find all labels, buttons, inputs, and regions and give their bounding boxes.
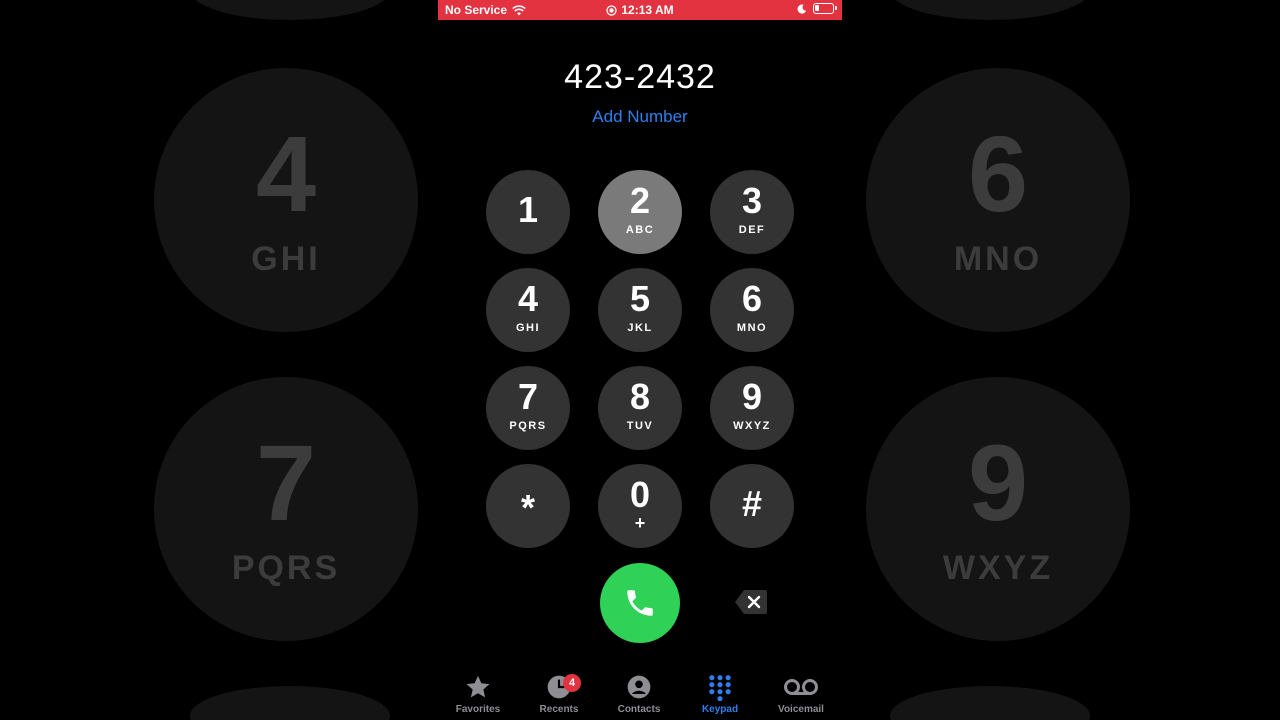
star-icon <box>466 675 490 698</box>
background-key-partial <box>890 0 1090 20</box>
phone-screen: No Service 12:13 AM 423-2432 Add Number … <box>438 0 842 720</box>
key-star[interactable]: * <box>486 464 570 548</box>
tab-contacts[interactable]: Contacts <box>604 670 674 715</box>
delete-backspace-icon[interactable] <box>734 589 768 615</box>
person-circle-icon <box>627 675 651 699</box>
call-button[interactable] <box>600 563 680 643</box>
key-5[interactable]: 5 JKL <box>598 268 682 352</box>
moon-icon <box>797 4 807 14</box>
key-8[interactable]: 8 TUV <box>598 366 682 450</box>
key-hash[interactable]: # <box>710 464 794 548</box>
recents-badge: 4 <box>563 674 581 692</box>
tab-keypad[interactable]: Keypad <box>685 670 755 715</box>
key-9[interactable]: 9 WXYZ <box>710 366 794 450</box>
key-2[interactable]: 2 ABC <box>598 170 682 254</box>
status-time: 12:13 AM <box>621 3 674 17</box>
background-key-partial <box>890 686 1090 720</box>
add-number-link[interactable]: Add Number <box>438 107 842 127</box>
screen-recording-icon <box>606 4 618 16</box>
tab-favorites[interactable]: Favorites <box>443 670 513 715</box>
dialed-number: 423-2432 <box>564 58 716 96</box>
background-key-7: 7 PQRS <box>154 377 418 641</box>
voicemail-icon <box>784 679 818 695</box>
keypad-grid-icon <box>709 675 731 701</box>
key-6[interactable]: 6 MNO <box>710 268 794 352</box>
tab-voicemail[interactable]: Voicemail <box>766 670 836 715</box>
key-1[interactable]: 1 <box>486 170 570 254</box>
key-0[interactable]: 0 + <box>598 464 682 548</box>
background-key-partial <box>190 0 390 20</box>
background-key-9: 9 WXYZ <box>866 377 1130 641</box>
background-key-partial <box>190 686 390 720</box>
key-7[interactable]: 7 PQRS <box>486 366 570 450</box>
key-3[interactable]: 3 DEF <box>710 170 794 254</box>
phone-icon <box>627 590 653 616</box>
background-key-4: 4 GHI <box>154 68 418 332</box>
battery-icon <box>813 3 837 14</box>
status-bar: No Service 12:13 AM <box>438 0 842 20</box>
key-4[interactable]: 4 GHI <box>486 268 570 352</box>
tab-recents[interactable]: 4 Recents <box>524 670 594 715</box>
background-key-6: 6 MNO <box>866 68 1130 332</box>
tab-bar: Favorites 4 Recents Contacts Keypad Voic… <box>438 670 842 720</box>
